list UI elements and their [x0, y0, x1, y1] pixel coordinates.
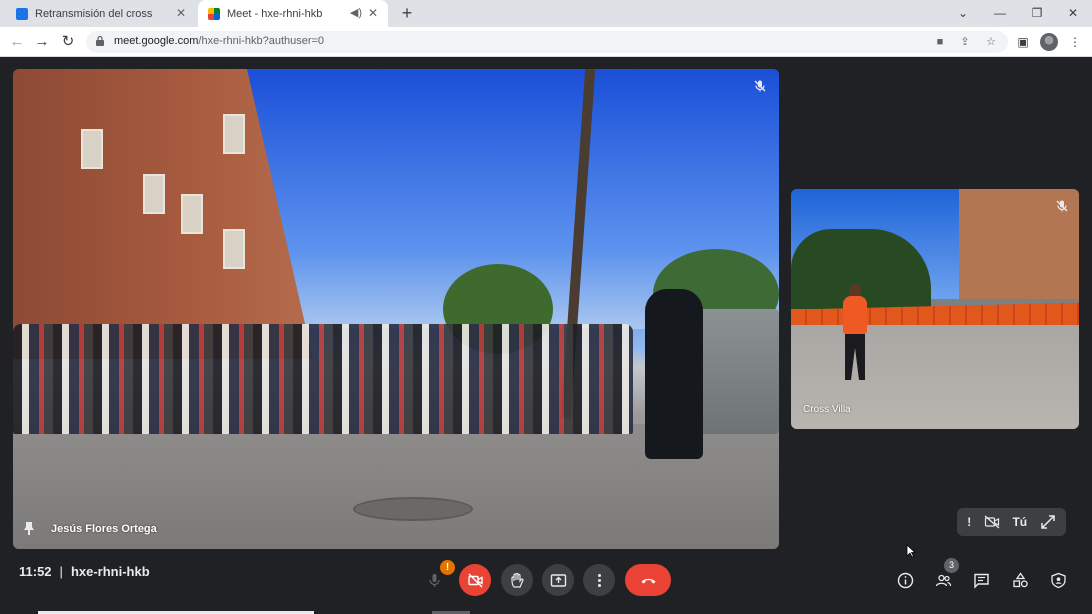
tab-strip: Retransmisión del cross ✕ Meet - hxe-rhn…	[0, 0, 1092, 27]
hangup-icon	[641, 578, 655, 583]
url-text: meet.google.com/hxe-rhni-hkb?authuser=0	[114, 35, 325, 47]
main-video-tile[interactable]: Jesús Flores Ortega	[13, 69, 779, 549]
address-bar[interactable]: meet.google.com/hxe-rhni-hkb?authuser=0 …	[86, 31, 1008, 53]
video-crowd	[13, 324, 633, 434]
video-window	[143, 174, 165, 214]
bookmark-star-icon[interactable]: ☆	[983, 34, 999, 50]
classroom-favicon-icon	[16, 7, 28, 20]
activities-button[interactable]	[1004, 564, 1036, 596]
reload-icon[interactable]: ↻	[58, 32, 78, 52]
profile-avatar[interactable]	[1040, 33, 1058, 51]
restore-icon[interactable]: ❐	[1026, 3, 1048, 23]
tab-title: Retransmisión del cross	[35, 7, 153, 20]
video-window	[181, 194, 203, 234]
speaker-icon[interactable]: ◀)	[350, 6, 362, 19]
camera-off-icon	[467, 572, 483, 588]
meeting-info: 11:52 | hxe-rhni-hkb	[19, 564, 150, 579]
participant-count-badge: 3	[944, 558, 959, 573]
info-icon	[897, 572, 913, 588]
share-icon[interactable]: ⇪	[957, 34, 973, 50]
meeting-details-button[interactable]	[889, 564, 921, 596]
video-window	[223, 114, 245, 154]
video-manhole	[353, 497, 473, 521]
self-view-bar[interactable]: ! Tú	[957, 508, 1066, 536]
expand-icon[interactable]	[1040, 514, 1056, 530]
video-window	[223, 229, 245, 269]
participant-name: Cross Villa	[803, 404, 851, 415]
side-video-tile[interactable]: Cross Villa	[791, 189, 1079, 429]
camera-off-icon	[984, 514, 1000, 530]
video-window	[81, 129, 103, 169]
meet-favicon-icon	[208, 7, 220, 20]
forward-icon[interactable]: →	[32, 32, 52, 52]
leave-call-button[interactable]	[625, 564, 671, 596]
menu-kebab-icon[interactable]: ⋮	[1066, 33, 1084, 51]
pin-icon[interactable]	[23, 521, 35, 535]
more-options-button[interactable]	[583, 564, 615, 596]
side-panel-icon[interactable]: ▣	[1014, 33, 1032, 51]
tab-title: Meet - hxe-rhni-hkb	[227, 7, 323, 20]
present-icon	[550, 573, 566, 587]
lock-icon	[96, 36, 104, 46]
browser-toolbar: ← → ↻ meet.google.com/hxe-rhni-hkb?authu…	[0, 27, 1092, 57]
camera-indicator-icon[interactable]: ■	[932, 34, 948, 50]
video-officer	[645, 289, 703, 459]
mic-icon	[428, 573, 440, 587]
more-icon	[597, 573, 601, 587]
mic-off-icon	[1051, 195, 1073, 217]
meeting-time: 11:52	[19, 564, 52, 579]
tab-meet[interactable]: Meet - hxe-rhni-hkb ◀) ✕	[198, 0, 388, 27]
new-tab-icon[interactable]: +	[398, 4, 416, 22]
mic-off-icon	[749, 75, 771, 97]
present-button[interactable]	[542, 564, 574, 596]
tab-close-icon[interactable]: ✕	[366, 6, 380, 20]
meeting-code[interactable]: hxe-rhni-hkb	[71, 564, 150, 579]
camera-button[interactable]	[459, 564, 491, 596]
raise-hand-button[interactable]	[501, 564, 533, 596]
close-window-icon[interactable]: ✕	[1062, 3, 1084, 23]
tab-retransmision[interactable]: Retransmisión del cross ✕	[8, 0, 196, 27]
participant-name: Jesús Flores Ortega	[51, 523, 157, 535]
activities-icon	[1012, 571, 1028, 587]
self-warning-icon: !	[967, 515, 972, 529]
video-runner	[839, 284, 869, 384]
chat-icon	[973, 573, 989, 589]
video-container	[693, 309, 779, 434]
mic-warning-badge: !	[440, 560, 455, 575]
people-icon	[935, 574, 951, 586]
host-controls-button[interactable]	[1042, 564, 1074, 596]
meet-control-bar: 11:52 | hxe-rhni-hkb ! 3	[0, 548, 1092, 614]
minimize-icon[interactable]: —	[989, 3, 1011, 23]
chat-button[interactable]	[965, 564, 997, 596]
back-icon[interactable]: ←	[7, 32, 27, 52]
host-controls-icon	[1050, 572, 1066, 588]
raise-hand-icon	[510, 572, 524, 588]
tab-close-icon[interactable]: ✕	[174, 6, 188, 20]
self-label: Tú	[1012, 515, 1028, 529]
meet-stage: Jesús Flores Ortega Cross Villa ! Tú	[0, 57, 1092, 614]
tab-search-icon[interactable]: ⌄	[952, 3, 974, 23]
